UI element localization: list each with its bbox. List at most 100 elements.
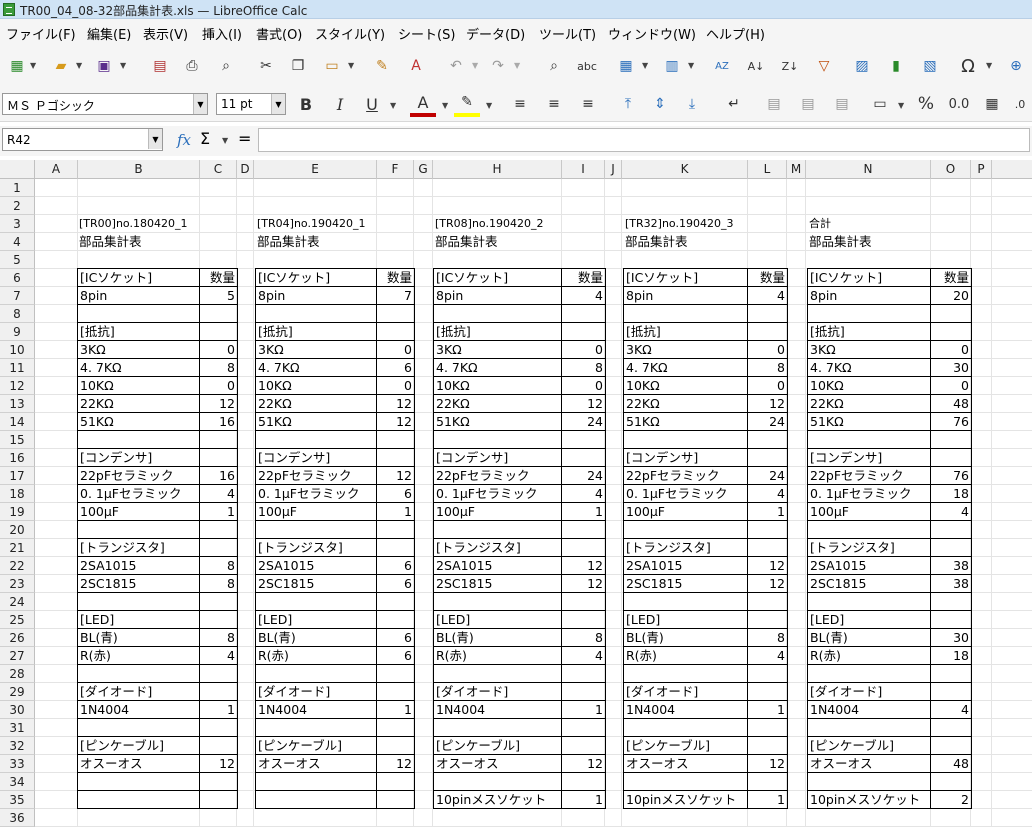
chevron-down-icon[interactable]: ▼	[688, 61, 694, 70]
item-label[interactable]: [ダイオード]	[80, 683, 199, 701]
qty-value[interactable]: 38	[931, 575, 969, 593]
chevron-down-icon[interactable]: ▼	[348, 61, 354, 70]
align-center-icon[interactable]: ≡	[542, 91, 566, 117]
date-format-icon[interactable]: ▦	[980, 91, 1004, 117]
item-label[interactable]: 0. 1μFセラミック	[810, 485, 930, 503]
qty-value[interactable]: 12	[748, 557, 785, 575]
item-label[interactable]: BL(青)	[810, 629, 930, 647]
item-label[interactable]: 51KΩ	[436, 413, 561, 431]
item-label[interactable]: 1N4004	[626, 701, 747, 719]
qty-value[interactable]: 0	[377, 341, 412, 359]
item-label[interactable]: [コンデンサ]	[258, 449, 376, 467]
item-label[interactable]: 10KΩ	[626, 377, 747, 395]
qty-value[interactable]: 0	[931, 377, 969, 395]
item-label[interactable]: [LED]	[626, 611, 747, 629]
qty-value[interactable]: 0	[200, 341, 235, 359]
export-pdf-icon[interactable]: ▤	[148, 53, 172, 79]
qty-value[interactable]: 4	[562, 485, 603, 503]
item-label[interactable]: [LED]	[436, 611, 561, 629]
item-label[interactable]: 100μF	[80, 503, 199, 521]
block-title[interactable]: 部品集計表	[809, 233, 972, 251]
align-bottom-icon[interactable]: ⤓	[680, 91, 704, 117]
qty-value[interactable]: 6	[377, 575, 412, 593]
row-header-34[interactable]: 34	[0, 773, 35, 791]
new-document-icon[interactable]: ▦	[6, 53, 28, 79]
item-label[interactable]: 22pFセラミック	[436, 467, 561, 485]
qty-value[interactable]: 30	[931, 359, 969, 377]
item-label[interactable]: 4. 7KΩ	[80, 359, 199, 377]
row-header-3[interactable]: 3	[0, 215, 35, 233]
item-label[interactable]: 8pin	[626, 287, 747, 305]
row-header-2[interactable]: 2	[0, 197, 35, 215]
percent-format-icon[interactable]: %	[914, 91, 938, 117]
row-header-13[interactable]: 13	[0, 395, 35, 413]
special-character-icon[interactable]: Ω	[956, 53, 980, 79]
qty-value[interactable]: 6	[377, 647, 412, 665]
qty-value[interactable]: 4	[931, 701, 969, 719]
item-label[interactable]: 4. 7KΩ	[258, 359, 376, 377]
item-label[interactable]: [ダイオード]	[258, 683, 376, 701]
qty-value[interactable]: 76	[931, 467, 969, 485]
item-label[interactable]: 10pinメスソケット	[810, 791, 930, 809]
menu-insert[interactable]: 挿入(I)	[202, 24, 242, 43]
column-header-k[interactable]: K	[622, 160, 748, 179]
item-label[interactable]	[80, 791, 199, 809]
qty-value[interactable]: 6	[377, 629, 412, 647]
item-label[interactable]: 4. 7KΩ	[436, 359, 561, 377]
menu-view[interactable]: 表示(V)	[143, 24, 188, 43]
qty-value[interactable]: 4	[748, 647, 785, 665]
item-label[interactable]: R(赤)	[80, 647, 199, 665]
merge-cells-icon[interactable]: ▤	[762, 91, 786, 117]
block-header[interactable]: [TR32]no.190420_3	[625, 215, 818, 233]
column-header-a[interactable]: A	[35, 160, 78, 179]
row-icon[interactable]: ▦	[614, 53, 638, 79]
menu-window[interactable]: ウィンドウ(W)	[608, 24, 696, 43]
item-label[interactable]: 8pin	[258, 287, 376, 305]
chevron-down-icon[interactable]: ▼	[271, 94, 285, 114]
item-label[interactable]: 2SC1815	[80, 575, 199, 593]
item-label[interactable]: 2SA1015	[80, 557, 199, 575]
item-label[interactable]: [ピンケーブル]	[436, 737, 561, 755]
qty-value[interactable]: 48	[931, 395, 969, 413]
item-label[interactable]: 3KΩ	[258, 341, 376, 359]
align-left-icon[interactable]: ≡	[508, 91, 532, 117]
row-header-30[interactable]: 30	[0, 701, 35, 719]
item-label[interactable]: [LED]	[258, 611, 376, 629]
item-label[interactable]: [ダイオード]	[810, 683, 930, 701]
row-header-14[interactable]: 14	[0, 413, 35, 431]
qty-value[interactable]: 12	[562, 575, 603, 593]
item-label[interactable]: オスーオス	[810, 755, 930, 773]
qty-header[interactable]: 数量	[200, 269, 235, 287]
item-label[interactable]	[258, 791, 376, 809]
find-replace-icon[interactable]: ⌕	[542, 53, 566, 79]
qty-value[interactable]: 12	[562, 755, 603, 773]
qty-value[interactable]: 24	[748, 467, 785, 485]
item-label[interactable]: 1N4004	[258, 701, 376, 719]
chevron-down-icon[interactable]: ▼	[642, 61, 648, 70]
item-label[interactable]: 2SC1815	[626, 575, 747, 593]
row-header-11[interactable]: 11	[0, 359, 35, 377]
qty-value[interactable]: 0	[562, 341, 603, 359]
item-label[interactable]: 22KΩ	[258, 395, 376, 413]
qty-header[interactable]: 数量	[377, 269, 412, 287]
column-header-p[interactable]: P	[971, 160, 992, 179]
open-folder-icon[interactable]: ▰	[48, 53, 74, 79]
qty-value[interactable]: 4	[200, 485, 235, 503]
insert-chart-icon[interactable]: ▮	[884, 53, 908, 79]
row-header-27[interactable]: 27	[0, 647, 35, 665]
qty-value[interactable]: 8	[748, 629, 785, 647]
item-label[interactable]: [トランジスタ]	[258, 539, 376, 557]
align-middle-icon[interactable]: ⇕	[648, 91, 672, 117]
qty-value[interactable]: 1	[748, 503, 785, 521]
row-header-1[interactable]: 1	[0, 179, 35, 197]
item-label[interactable]: 22KΩ	[626, 395, 747, 413]
spreadsheet-grid[interactable]: ABCDEFGHIJKLMNOP 1 2 3 4 5 6 7 8 9 10 11 12 13 14 15 16…	[0, 160, 1032, 827]
qty-value[interactable]: 0	[377, 377, 412, 395]
qty-value[interactable]: 12	[748, 575, 785, 593]
item-label[interactable]: 100μF	[626, 503, 747, 521]
chevron-down-icon[interactable]: ▼	[30, 61, 36, 70]
qty-value[interactable]: 4	[748, 287, 785, 305]
qty-value[interactable]: 4	[931, 503, 969, 521]
row-header-29[interactable]: 29	[0, 683, 35, 701]
qty-header[interactable]: 数量	[562, 269, 603, 287]
